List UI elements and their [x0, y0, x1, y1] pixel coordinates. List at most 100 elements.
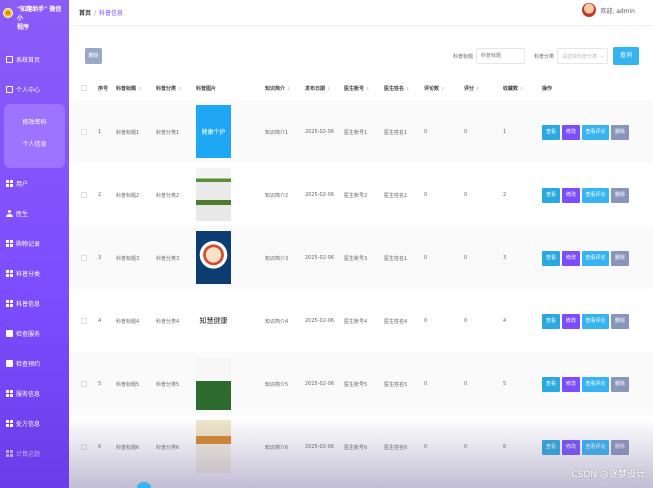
user-area[interactable]: 欢迎, admin [582, 3, 635, 17]
view-button[interactable]: 查看 [542, 250, 560, 266]
cell-category: 科普分类1 [156, 129, 180, 136]
sidebar-item-purchase-records[interactable]: 购物记录 [0, 228, 69, 258]
sidebar-item-doctor[interactable]: 医生 [0, 198, 69, 228]
col-header-label: 知识简介 [265, 86, 286, 92]
view-comments-button[interactable]: 查看评论 [582, 439, 609, 455]
sort-icon[interactable]: ⇕ [327, 86, 330, 91]
cell-title: 科普标题6 [116, 444, 140, 451]
sidebar-menu: 系统首页 个人中心 修改密码 个人信息 用户 医生 购物记录 科普分类 科普信息… [0, 44, 69, 468]
view-comments-button[interactable]: 查看评论 [582, 124, 609, 140]
sort-icon[interactable]: ⇕ [138, 86, 141, 91]
row-checkbox[interactable] [81, 128, 87, 135]
sidebar-item-home[interactable]: 系统首页 [0, 44, 69, 74]
cell-score: 0 [464, 443, 468, 450]
view-comments-button[interactable]: 查看评论 [582, 250, 609, 266]
cell-title: 科普标题2 [116, 192, 140, 199]
sort-icon[interactable]: ⇕ [406, 86, 409, 91]
col-header-no: 序号 [98, 85, 108, 92]
cell-name: 医生姓名5 [384, 381, 408, 388]
title-search-input[interactable] [476, 48, 526, 64]
science-image[interactable] [196, 420, 231, 473]
row-checkbox[interactable] [81, 317, 87, 324]
sort-icon[interactable]: ⇕ [476, 86, 479, 91]
delete-button[interactable]: 删除 [611, 313, 629, 329]
view-comments-button[interactable]: 查看评论 [582, 187, 609, 203]
sort-icon[interactable]: ⇕ [366, 86, 369, 91]
science-image[interactable]: 知慧健康 [196, 294, 231, 347]
sidebar-subitem-change-password[interactable]: 修改密码 [4, 112, 65, 134]
cell-favorites: 2 [503, 191, 507, 198]
table-header: 序号 科普标题 ⇕ 科普分类 ⇕ 科普图片 知识简介 ⇕ 发布日期 ⇕ 医生账号 ⇕ 医生… [69, 76, 653, 100]
cell-intro: 知识简介1 [265, 129, 289, 136]
watermark: CSDN @逐梦设计 [571, 470, 645, 480]
col-header-score[interactable]: 评分 ⇕ [464, 85, 479, 92]
view-button[interactable]: 查看 [542, 124, 560, 140]
avatar[interactable] [582, 3, 597, 17]
sort-icon[interactable]: ⇕ [441, 86, 444, 91]
edit-button[interactable]: 修改 [562, 187, 580, 203]
chevron-down-icon: ⌄ [599, 53, 605, 59]
scroll-indicator [137, 482, 151, 488]
row-checkbox[interactable] [81, 254, 87, 261]
cell-date: 2025-02-06 [305, 128, 335, 135]
row-checkbox[interactable] [81, 380, 87, 387]
science-image[interactable] [196, 357, 231, 410]
col-header-intro[interactable]: 知识简介 ⇕ [265, 85, 290, 92]
breadcrumb-home[interactable]: 首页 [79, 10, 91, 17]
edit-button[interactable]: 修改 [562, 376, 580, 392]
search-button[interactable]: 查询 [613, 47, 639, 65]
sidebar-item-prescription[interactable]: 处方信息 [0, 408, 69, 438]
view-button[interactable]: 查看 [542, 439, 560, 455]
view-comments-button[interactable]: 查看评论 [582, 376, 609, 392]
sidebar-item-personal-center[interactable]: 个人中心 [0, 74, 69, 104]
col-header-name[interactable]: 医生姓名 ⇕ [384, 85, 409, 92]
col-header-account[interactable]: 医生账号 ⇕ [344, 85, 369, 92]
cell-name: 医生姓名4 [384, 318, 408, 325]
cell-favorites: 1 [503, 128, 507, 135]
category-select[interactable]: 请选择科普分类 ⌄ [557, 48, 609, 64]
edit-button[interactable]: 修改 [562, 439, 580, 455]
col-header-category[interactable]: 科普分类 ⇕ [156, 85, 181, 92]
sidebar-item-exam-service[interactable]: 检查服务 [0, 318, 69, 348]
cell-date: 2025-02-06 [305, 254, 335, 261]
sort-icon[interactable]: ⇕ [178, 86, 181, 91]
sidebar-item-service-info[interactable]: 服务信息 [0, 378, 69, 408]
view-comments-button[interactable]: 查看评论 [582, 313, 609, 329]
delete-button[interactable]: 删除 [611, 376, 629, 392]
delete-button[interactable]: 删除 [611, 250, 629, 266]
app-logo [3, 8, 13, 18]
sidebar-item-more[interactable]: 计算这题 [0, 438, 69, 468]
cell-account: 医生账号1 [344, 129, 368, 136]
select-all-checkbox[interactable] [81, 85, 87, 91]
delete-button[interactable]: 删除 [611, 124, 629, 140]
col-header-comments[interactable]: 评论数 ⇕ [424, 85, 444, 92]
edit-button[interactable]: 修改 [562, 124, 580, 140]
science-image[interactable] [196, 168, 231, 221]
sort-icon[interactable]: ⇕ [287, 86, 290, 91]
delete-button[interactable]: 删除 [611, 439, 629, 455]
view-button[interactable]: 查看 [542, 376, 560, 392]
row-checkbox[interactable] [81, 191, 87, 198]
row-checkbox[interactable] [81, 443, 87, 450]
sidebar-item-users[interactable]: 用户 [0, 168, 69, 198]
document-icon [6, 329, 13, 337]
cell-account: 医生账号4 [344, 318, 368, 325]
science-image[interactable]: 健康个护 [196, 105, 231, 158]
view-button[interactable]: 查看 [542, 313, 560, 329]
sidebar-item-exam-booking[interactable]: 检查预约 [0, 348, 69, 378]
col-header-favorites[interactable]: 收藏数 ⇕ [503, 85, 523, 92]
sort-icon[interactable]: ⇕ [520, 86, 523, 91]
sidebar-item-science-info[interactable]: 科普信息 [0, 288, 69, 318]
sidebar-item-science-category[interactable]: 科普分类 [0, 258, 69, 288]
science-image[interactable] [196, 231, 231, 284]
sidebar-subitem-personal-info[interactable]: 个人信息 [4, 134, 65, 156]
edit-button[interactable]: 修改 [562, 250, 580, 266]
col-header-label: 医生账号 [344, 86, 365, 92]
delete-button[interactable]: 删除 [611, 187, 629, 203]
edit-button[interactable]: 修改 [562, 313, 580, 329]
col-header-title[interactable]: 科普标题 ⇕ [116, 85, 141, 92]
col-header-date[interactable]: 发布日期 ⇕ [305, 85, 330, 92]
view-button[interactable]: 查看 [542, 187, 560, 203]
col-header-label: 科普图片 [196, 86, 217, 92]
batch-delete-button[interactable]: 删除 [85, 48, 102, 64]
